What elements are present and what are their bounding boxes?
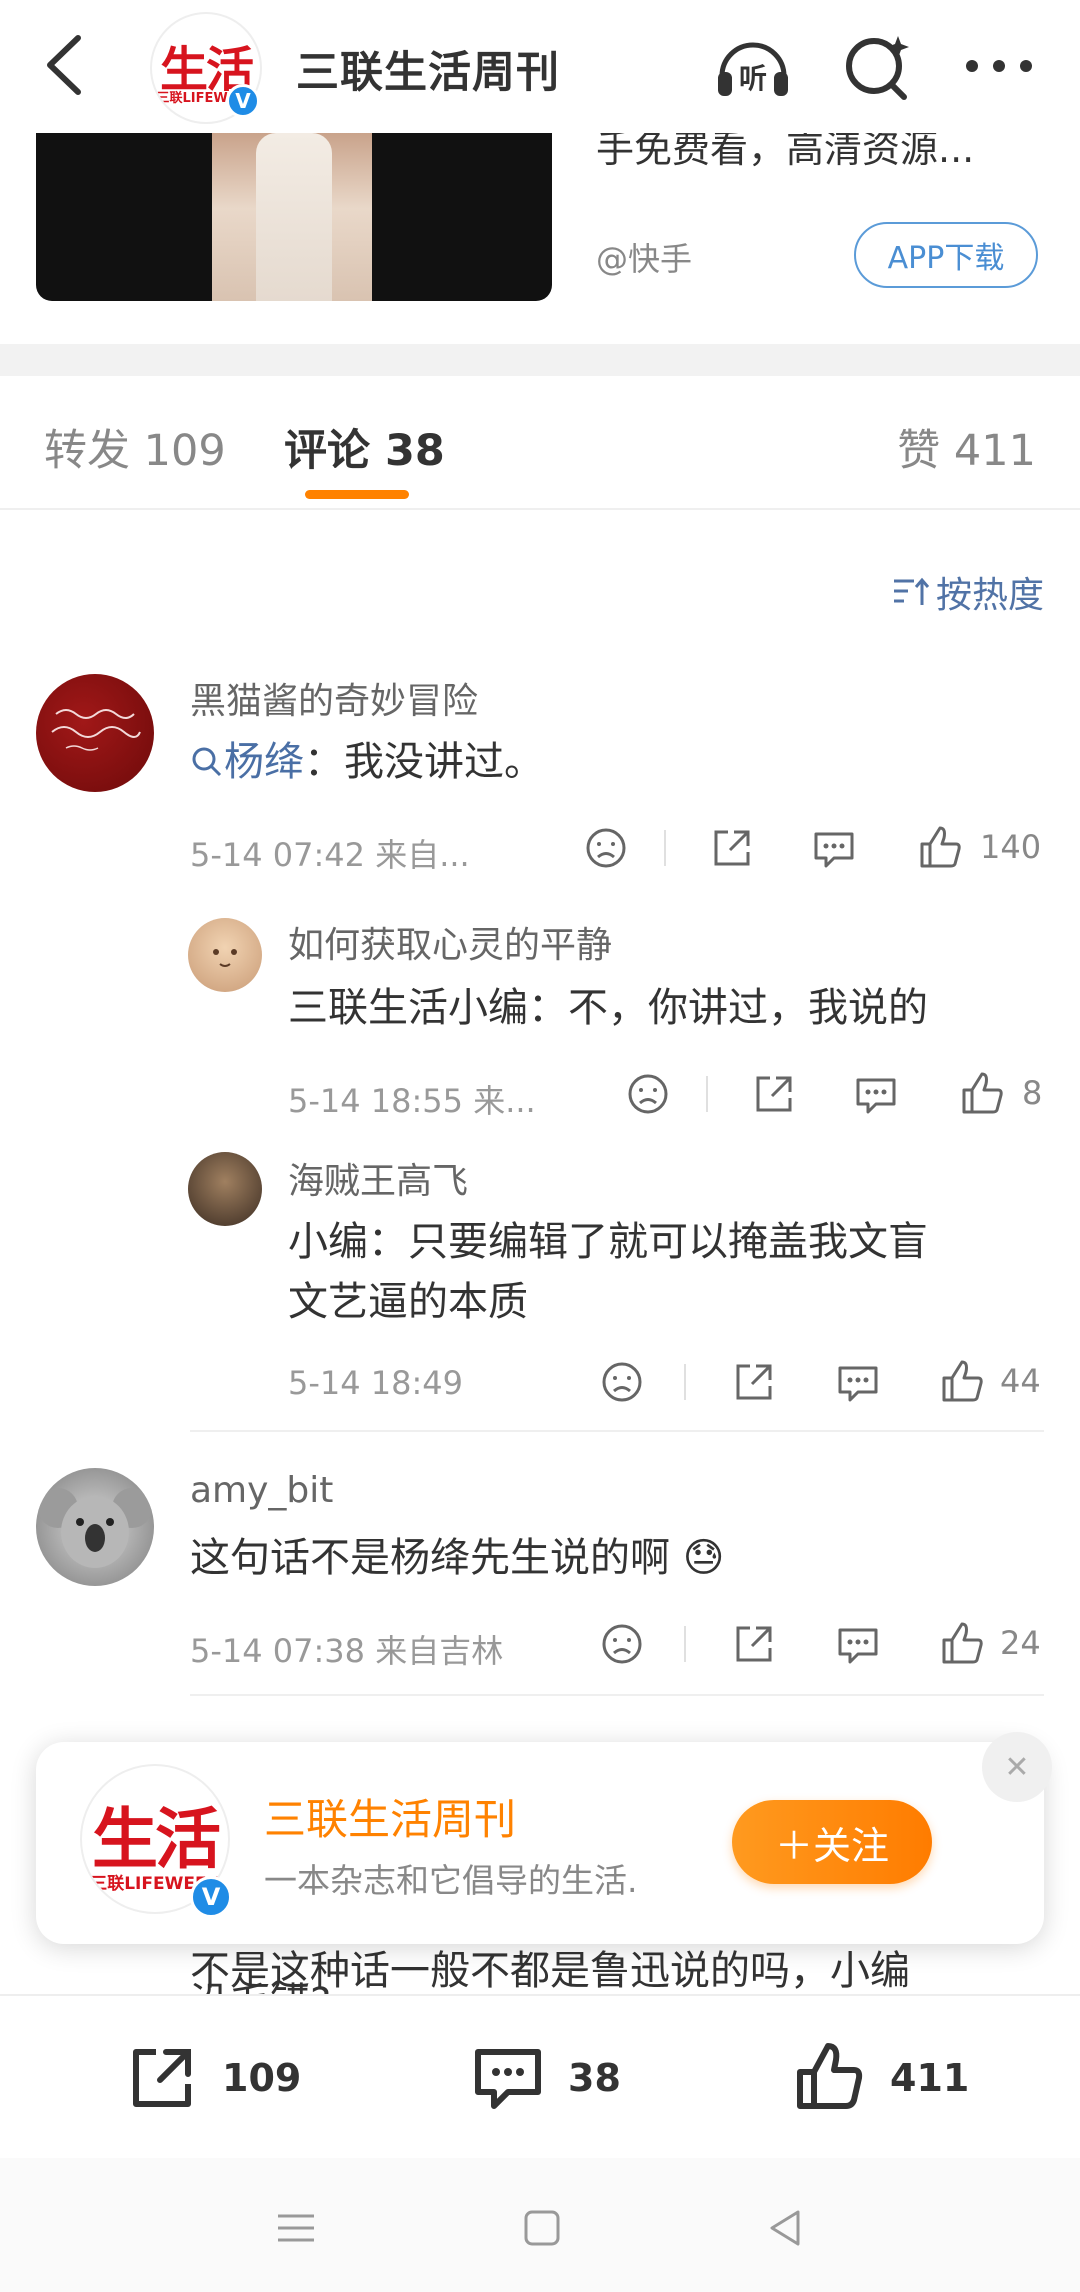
like-count: 411 <box>890 2056 970 2100</box>
sort-label: 按热度 <box>935 575 1044 616</box>
reply-icon[interactable] <box>848 1066 904 1122</box>
section-divider <box>0 344 1080 376</box>
listen-icon[interactable]: 听 <box>712 30 794 102</box>
reply-text-line-1: 小编：只要编辑了就可以掩盖我文盲 <box>288 1219 928 1265</box>
like-icon <box>797 2043 863 2109</box>
home-icon[interactable] <box>512 2198 572 2258</box>
share-icon[interactable] <box>704 820 760 876</box>
search-icon[interactable] <box>836 30 918 102</box>
reply-meta: 5-14 18:55 来... <box>288 1082 536 1120</box>
sort-toggle[interactable]: 按热度 <box>892 566 1044 618</box>
reply-username[interactable]: 如何获取心灵的平静 <box>288 916 612 968</box>
close-icon[interactable]: ✕ <box>982 1732 1052 1802</box>
like-icon[interactable] <box>934 1616 990 1672</box>
like-count: 24 <box>1000 1624 1041 1662</box>
svg-text:听: 听 <box>739 62 767 95</box>
comment-icon <box>475 2049 541 2109</box>
cat-face <box>213 949 237 967</box>
share-icon <box>133 2049 191 2107</box>
popup-title[interactable]: 三联生活周刊 <box>264 1786 516 1847</box>
reply-actions: 8 <box>620 1066 1044 1122</box>
account-name[interactable]: 三联生活周刊 <box>296 38 560 100</box>
like-count: 8 <box>1022 1074 1043 1112</box>
card-source: @快手 <box>596 240 693 278</box>
reply-actions: 44 <box>594 1354 1044 1410</box>
back-icon[interactable] <box>36 30 96 100</box>
mention-text: 杨绛 <box>224 739 304 785</box>
video-frame-figure <box>256 133 332 301</box>
top-header: 生活 三联LIFEWEEK V 三联生活周刊 听 <box>0 0 1080 133</box>
like-count: 44 <box>1000 1362 1041 1400</box>
reply-icon[interactable] <box>806 820 862 876</box>
search-icon <box>192 747 222 777</box>
like-button[interactable]: 411 <box>790 2038 969 2118</box>
dislike-icon[interactable] <box>594 1354 650 1410</box>
back-nav-icon[interactable] <box>756 2198 816 2258</box>
comment-actions: 140 <box>578 820 1044 876</box>
action-separator <box>684 1626 686 1662</box>
share-icon[interactable] <box>726 1354 782 1410</box>
comment-meta: 5-14 07:42 来自... <box>190 836 470 874</box>
system-navigation-bar <box>0 2158 1080 2292</box>
share-icon[interactable] <box>726 1616 782 1672</box>
comment-divider <box>190 1694 1044 1696</box>
action-separator <box>684 1364 686 1400</box>
reply-text-line-2: 文艺逼的本质 <box>288 1279 528 1325</box>
comment-meta: 5-14 07:38 来自吉林 <box>190 1632 504 1670</box>
popup-subtitle: 一本杂志和它倡导的生活. <box>264 1861 638 1900</box>
avatar[interactable] <box>36 1468 154 1586</box>
comment-text: 杨绛：我没讲过。 <box>190 732 544 792</box>
avatar[interactable] <box>188 1152 262 1226</box>
reply-text: 三联生活小编：不，你讲过，我说的 <box>288 985 928 1031</box>
avatar[interactable] <box>188 918 262 992</box>
reply-meta: 5-14 18:49 <box>288 1364 464 1402</box>
dislike-icon[interactable] <box>594 1616 650 1672</box>
verified-badge-icon: V <box>226 84 260 118</box>
video-thumbnail[interactable] <box>36 133 552 301</box>
bottom-action-bar: 109 38 411 <box>0 1994 1080 2158</box>
comment-actions: 24 <box>594 1616 1044 1672</box>
comment-divider <box>190 1430 1044 1432</box>
tab-comments[interactable]: 评论 38 <box>284 416 445 478</box>
tab-repost[interactable]: 转发 109 <box>44 416 226 478</box>
like-count: 140 <box>980 828 1042 866</box>
repost-button[interactable]: 109 <box>122 2038 301 2118</box>
sort-icon <box>893 577 930 605</box>
menu-icon[interactable] <box>266 2198 326 2258</box>
dislike-icon[interactable] <box>620 1066 676 1122</box>
comment-username[interactable]: 黑猫酱的奇妙冒险 <box>190 672 478 724</box>
comment-username[interactable]: amy_bit <box>190 1470 333 1511</box>
comment-text: 这句话不是杨绛先生说的啊 😓 <box>190 1535 725 1581</box>
interaction-tabs: 转发 109 评论 38 赞 411 <box>0 376 1080 510</box>
dislike-icon[interactable] <box>578 820 634 876</box>
action-separator <box>706 1076 708 1112</box>
like-icon[interactable] <box>912 820 968 876</box>
like-icon[interactable] <box>954 1066 1010 1122</box>
follow-button[interactable]: ＋关注 <box>732 1800 932 1884</box>
comment-button[interactable]: 38 <box>468 2038 621 2118</box>
avatar-handwriting <box>51 709 141 751</box>
avatar[interactable] <box>36 674 154 792</box>
mention-link[interactable]: 杨绛 <box>190 739 304 785</box>
reply-icon[interactable] <box>830 1354 886 1410</box>
follow-popup: 生活 三联LIFEWEEK V 三联生活周刊 一本杂志和它倡导的生活. ＋关注 … <box>36 1732 1052 1944</box>
verified-badge-icon: V <box>190 1876 232 1918</box>
popup-logo-text: 生活 <box>92 1800 221 1878</box>
app-download-button[interactable]: APP下载 <box>854 222 1038 288</box>
repost-count: 109 <box>222 2056 302 2100</box>
share-icon[interactable] <box>746 1066 802 1122</box>
like-icon[interactable] <box>934 1354 990 1410</box>
reply-username[interactable]: 海贼王高飞 <box>288 1152 468 1204</box>
koala-face <box>38 1488 152 1568</box>
reply-icon[interactable] <box>830 1616 886 1672</box>
comment-body: ：我没讲过。 <box>304 739 544 785</box>
comment-count: 38 <box>568 2056 621 2100</box>
more-icon[interactable] <box>958 30 1040 102</box>
active-tab-indicator <box>305 490 409 499</box>
action-separator <box>664 830 666 866</box>
tab-likes[interactable]: 赞 411 <box>897 416 1036 478</box>
